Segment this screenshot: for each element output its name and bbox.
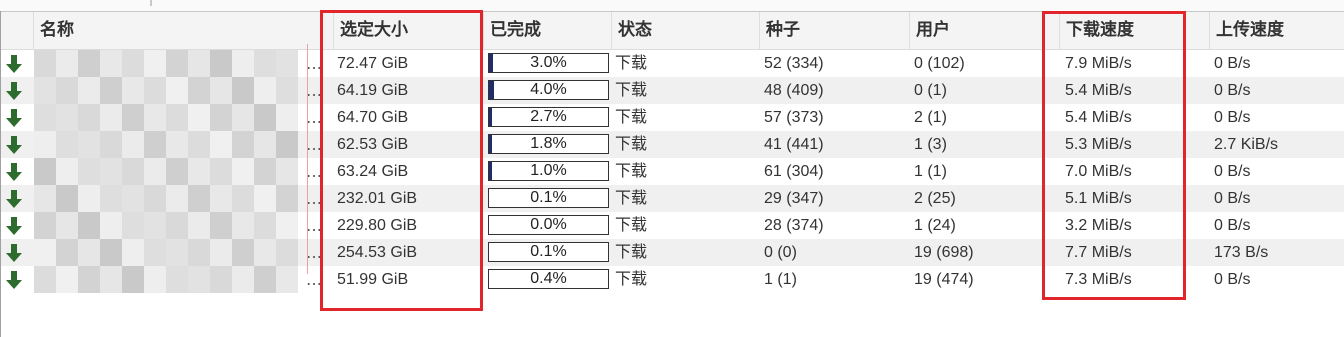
- download-arrow-icon: [3, 215, 25, 237]
- highlight-box-download-speed-column: [1042, 11, 1186, 300]
- progress-bar: 0.1%: [488, 188, 609, 208]
- seeds-count: 0 (0): [764, 244, 797, 261]
- progress-label: 0.0%: [530, 216, 567, 233]
- progress-label: 2.7%: [530, 108, 567, 125]
- seeds-count: 61 (304): [764, 163, 824, 180]
- torrent-name-redacted: [34, 266, 306, 293]
- torrent-name-redacted: [34, 239, 306, 266]
- progress-label: 1.0%: [530, 162, 567, 179]
- upload-speed: 2.7 KiB/s: [1214, 136, 1279, 153]
- header-peers[interactable]: 用户: [909, 12, 1059, 49]
- progress-label: 1.8%: [530, 135, 567, 152]
- status-text: 下载: [615, 82, 648, 99]
- progress-bar: 0.0%: [488, 215, 609, 235]
- download-arrow-icon: [3, 80, 25, 102]
- seeds-count: 41 (441): [764, 136, 824, 153]
- status-text: 下载: [615, 271, 648, 288]
- upload-speed: 173 B/s: [1214, 244, 1269, 261]
- progress-bar: 2.7%: [488, 107, 609, 127]
- peers-count: 2 (1): [914, 109, 947, 126]
- torrent-name-redacted: [34, 50, 306, 77]
- upload-speed: 0 B/s: [1214, 55, 1251, 72]
- progress-label: 3.0%: [530, 54, 567, 71]
- status-text: 下载: [615, 244, 648, 261]
- peers-count: 19 (698): [914, 244, 974, 261]
- status-text: 下载: [615, 109, 648, 126]
- header-name[interactable]: 名称: [33, 12, 333, 49]
- peers-count: 0 (102): [914, 55, 965, 72]
- top-edge-notch: [150, 0, 152, 6]
- highlight-box-size-column: [320, 10, 483, 311]
- progress-bar: 4.0%: [488, 80, 609, 100]
- progress-bar: 1.8%: [488, 134, 609, 154]
- header-status-icon-column[interactable]: [1, 12, 33, 49]
- upload-speed: 0 B/s: [1214, 163, 1251, 180]
- progress-label: 0.1%: [530, 189, 567, 206]
- seeds-count: 48 (409): [764, 82, 824, 99]
- header-status[interactable]: 状态: [611, 12, 759, 49]
- upload-speed: 0 B/s: [1214, 109, 1251, 126]
- peers-count: 0 (1): [914, 82, 947, 99]
- progress-bar: 3.0%: [488, 53, 609, 73]
- seeds-count: 57 (373): [764, 109, 824, 126]
- upload-speed: 0 B/s: [1214, 217, 1251, 234]
- seeds-count: 52 (334): [764, 55, 824, 72]
- download-arrow-icon: [3, 242, 25, 264]
- status-text: 下载: [615, 190, 648, 207]
- progress-bar: 1.0%: [488, 161, 609, 181]
- download-arrow-icon: [3, 161, 25, 183]
- status-text: 下载: [615, 55, 648, 72]
- progress-bar: 0.1%: [488, 242, 609, 262]
- torrent-name-redacted: [34, 104, 306, 131]
- seeds-count: 28 (374): [764, 217, 824, 234]
- download-arrow-icon: [3, 188, 25, 210]
- torrent-name-redacted: [34, 77, 306, 104]
- download-arrow-icon: [3, 134, 25, 156]
- seeds-count: 1 (1): [764, 271, 797, 288]
- progress-label: 0.4%: [530, 270, 567, 287]
- upload-speed: 0 B/s: [1214, 271, 1251, 288]
- header-seeds[interactable]: 种子: [759, 12, 909, 49]
- download-arrow-icon: [3, 53, 25, 75]
- torrent-name-redacted: [34, 131, 306, 158]
- status-text: 下载: [615, 136, 648, 153]
- peers-count: 19 (474): [914, 271, 974, 288]
- progress-label: 0.1%: [530, 243, 567, 260]
- status-text: 下载: [615, 217, 648, 234]
- peers-count: 1 (1): [914, 163, 947, 180]
- peers-count: 1 (24): [914, 217, 956, 234]
- peers-count: 1 (3): [914, 136, 947, 153]
- torrent-name-redacted: [34, 158, 306, 185]
- column-resize-guide: [307, 44, 308, 274]
- peers-count: 2 (25): [914, 190, 956, 207]
- download-arrow-icon: [3, 107, 25, 129]
- progress-bar: 0.4%: [488, 269, 609, 289]
- progress-label: 4.0%: [530, 81, 567, 98]
- upload-speed: 0 B/s: [1214, 82, 1251, 99]
- seeds-count: 29 (347): [764, 190, 824, 207]
- header-progress[interactable]: 已完成: [483, 12, 611, 49]
- upload-speed: 0 B/s: [1214, 190, 1251, 207]
- status-text: 下载: [615, 163, 648, 180]
- torrent-name-redacted: [34, 185, 306, 212]
- header-upload-speed[interactable]: 上传速度: [1209, 12, 1344, 49]
- torrent-name-redacted: [34, 212, 306, 239]
- download-arrow-icon: [3, 269, 25, 291]
